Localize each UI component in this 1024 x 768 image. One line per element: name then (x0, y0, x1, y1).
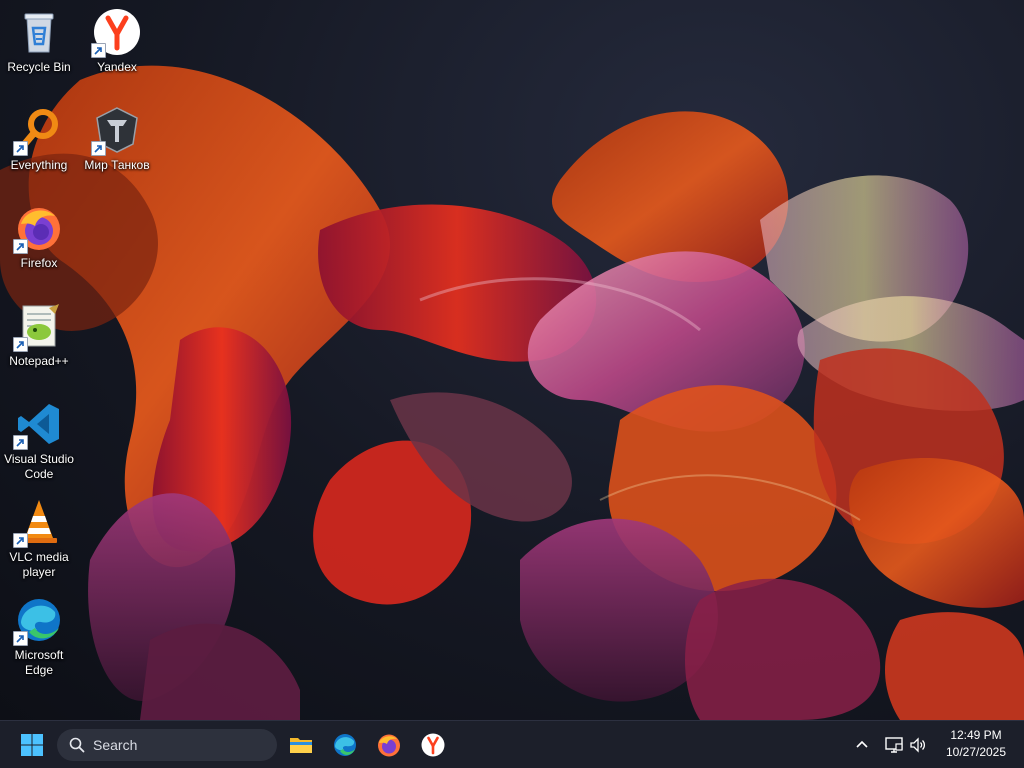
firefox-icon (13, 204, 63, 254)
shortcut-arrow-icon (91, 43, 106, 58)
desktop-icon-vlc[interactable]: VLC media player (0, 498, 78, 580)
search-icon (69, 737, 85, 753)
taskbar-yandex[interactable] (413, 725, 453, 765)
taskbar-file-explorer[interactable] (281, 725, 321, 765)
shortcut-arrow-icon (13, 435, 28, 450)
everything-search-icon (13, 106, 63, 156)
shortcut-arrow-icon (13, 533, 28, 548)
desktop[interactable]: Recycle Bin Yandex Everything Мир Танков… (0, 0, 1024, 720)
file-explorer-icon (290, 738, 312, 753)
desktop-icon-label: Firefox (20, 256, 58, 270)
shortcut-arrow-icon (91, 141, 106, 156)
desktop-icon-recycle-bin[interactable]: Recycle Bin (0, 8, 78, 75)
shortcut-arrow-icon (13, 239, 28, 254)
desktop-icon-label: Notepad++ (9, 354, 69, 368)
yandex-icon (91, 8, 141, 58)
network-icon (885, 737, 903, 753)
system-clock[interactable]: 12:49 PM 10/27/2025 (936, 727, 1016, 761)
taskbar-edge[interactable] (325, 725, 365, 765)
vlc-icon (13, 498, 63, 548)
notepad-plus-plus-icon (13, 302, 63, 352)
desktop-icon-edge[interactable]: Microsoft Edge (0, 596, 78, 678)
desktop-icon-label: Мир Танков (84, 158, 150, 172)
tank-game-icon (91, 106, 141, 156)
start-icon (21, 734, 43, 756)
search-input[interactable]: Search (57, 729, 277, 761)
show-hidden-icons-button[interactable] (852, 735, 872, 755)
search-placeholder: Search (93, 737, 138, 753)
vscode-icon (13, 400, 63, 450)
taskbar-firefox[interactable] (369, 725, 409, 765)
taskbar: Search 12:49 PM 10/27/2025 (0, 720, 1024, 768)
start-button[interactable] (12, 725, 52, 765)
clock-date: 10/27/2025 (945, 745, 1007, 759)
shortcut-arrow-icon (13, 631, 28, 646)
desktop-icon-label: Recycle Bin (7, 60, 71, 74)
desktop-icon-mir-tankov[interactable]: Мир Танков (78, 106, 156, 173)
desktop-icon-label: Everything (10, 158, 68, 172)
desktop-icon-label: Microsoft Edge (14, 648, 64, 677)
shortcut-arrow-icon (13, 337, 28, 352)
network-button[interactable] (884, 735, 904, 755)
desktop-icon-firefox[interactable]: Firefox (0, 204, 78, 271)
volume-button[interactable] (908, 735, 928, 755)
desktop-icon-yandex[interactable]: Yandex (78, 8, 156, 75)
desktop-icon-vscode[interactable]: Visual Studio Code (0, 400, 78, 482)
clock-time: 12:49 PM (950, 728, 1002, 742)
desktop-icon-label: Visual Studio Code (4, 452, 74, 481)
edge-icon (334, 734, 356, 756)
yandex-icon (421, 733, 445, 757)
shortcut-arrow-icon (13, 141, 28, 156)
firefox-icon (378, 734, 400, 757)
desktop-icon-label: VLC media player (9, 550, 69, 579)
desktop-icon-notepad-plus-plus[interactable]: Notepad++ (0, 302, 78, 369)
volume-icon (910, 737, 926, 753)
desktop-icon-everything[interactable]: Everything (0, 106, 78, 173)
chevron-up-icon (856, 740, 868, 748)
edge-icon (13, 596, 63, 646)
recycle-bin-icon (15, 8, 63, 56)
desktop-icon-label: Yandex (97, 60, 137, 74)
